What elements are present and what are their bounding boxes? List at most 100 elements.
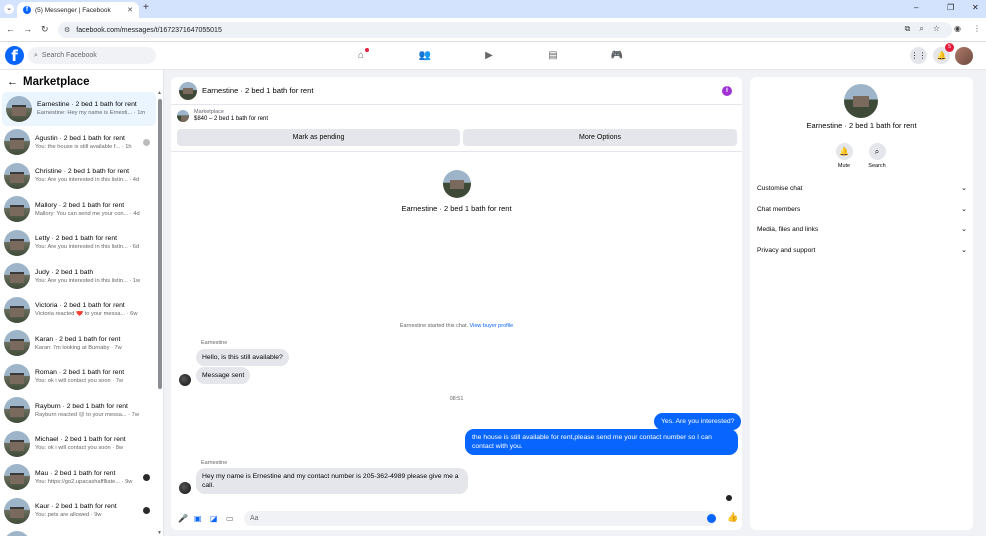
- conversation-item[interactable]: Kaur · 2 bed 1 bath for rent You: pets ar…: [0, 494, 156, 528]
- gif-icon[interactable]: ▭: [226, 514, 234, 523]
- message-input[interactable]: Aa: [244, 511, 716, 526]
- listing-price: $840 – 2 bed 1 bath for rent: [194, 116, 269, 122]
- chrome-menu-icon[interactable]: ⋮: [973, 24, 981, 33]
- notifications-icon[interactable]: 🔔 5: [933, 43, 954, 64]
- scroll-up-icon[interactable]: ▲: [157, 90, 162, 96]
- facebook-logo-icon[interactable]: f: [5, 46, 24, 65]
- zoom-icon[interactable]: ⌕: [919, 24, 923, 34]
- conversation-avatar: [4, 464, 30, 491]
- chat-panel: Earnestine · 2 bed 1 bath for rent i Mar…: [171, 77, 742, 530]
- minimize-icon[interactable]: –: [914, 3, 918, 12]
- gaming-icon[interactable]: 🎮: [610, 49, 624, 63]
- incoming-message[interactable]: Hello, is this still available?: [196, 349, 289, 367]
- new-tab-icon[interactable]: +: [143, 2, 149, 13]
- conversation-item[interactable]: Rayburn · 2 bed 1 bath for rent Rayburn r…: [0, 394, 156, 428]
- emoji-icon[interactable]: [707, 514, 716, 523]
- install-icon[interactable]: ⧉: [905, 24, 911, 34]
- tab-search-icon[interactable]: ⌄: [4, 4, 14, 14]
- listing-summary[interactable]: Marketplace $840 – 2 bed 1 bath for rent: [177, 109, 268, 122]
- conversation-item[interactable]: Agustin · 2 bed 1 bath for rent You: the …: [0, 126, 156, 160]
- chat-header-avatar[interactable]: [179, 81, 197, 100]
- chat-intro-avatar: [442, 170, 471, 198]
- scroll-down-icon[interactable]: ▼: [157, 530, 162, 536]
- outgoing-message[interactable]: Yes. Are you interested?: [654, 413, 742, 431]
- conversation-item[interactable]: Judy · 2 bed 1 bath You: Are you interest…: [0, 260, 156, 294]
- back-arrow-icon[interactable]: ←: [7, 76, 18, 88]
- video-icon[interactable]: ▶: [482, 49, 496, 63]
- sticker-icon[interactable]: ◪: [210, 514, 218, 523]
- chat-divider: [171, 151, 742, 152]
- search-button[interactable]: ⌕ Search: [862, 143, 892, 169]
- home-icon[interactable]: ⌂: [354, 48, 369, 63]
- back-icon[interactable]: ←: [6, 24, 15, 34]
- sidebar-scrollbar[interactable]: ▲ ▼: [157, 90, 162, 536]
- row-label: Media, files and links: [757, 225, 819, 233]
- reload-icon[interactable]: ↻: [41, 24, 49, 35]
- privacy-support-row[interactable]: Privacy and support ⌄: [757, 243, 967, 257]
- conversation-avatar: [4, 363, 30, 390]
- friends-icon[interactable]: 👥: [418, 49, 432, 63]
- details-name: Earnestine · 2 bed 1 bath for rent: [806, 121, 917, 130]
- conversation-item[interactable]: Mallory · 2 bed 1 bath for rent Mallory: …: [0, 193, 156, 227]
- close-window-icon[interactable]: ✕: [972, 3, 979, 12]
- menu-grid-icon[interactable]: ⋮⋮: [910, 47, 927, 64]
- conversation-item[interactable]: Letty · 2 bed 1 bath for rent You: Are yo…: [0, 226, 156, 260]
- conversation-title: Karan · 2 bed 1 bath for rent: [35, 335, 121, 343]
- image-attach-icon[interactable]: ▣: [194, 514, 202, 523]
- forward-icon[interactable]: →: [23, 24, 32, 34]
- conversation-avatar: [4, 263, 30, 290]
- details-avatar[interactable]: [844, 84, 878, 118]
- conversation-item[interactable]: Christine · 2 bed 1 bath for rent You: Ar…: [0, 159, 156, 193]
- tab-close-icon[interactable]: ✕: [127, 6, 133, 14]
- conversation-title: Christine · 2 bed 1 bath for rent: [35, 168, 130, 176]
- conversation-item[interactable]: Michael · 2 bed 1 bath for rent You: ok i…: [0, 427, 156, 461]
- conversation-title: Victoria · 2 bed 1 bath for rent: [35, 302, 125, 310]
- incoming-message[interactable]: Message sent: [196, 367, 251, 385]
- mark-as-pending-button[interactable]: Mark as pending: [177, 129, 460, 146]
- info-icon[interactable]: i: [722, 86, 732, 96]
- conversation-item[interactable]: Roman · 2 bed 1 bath for rent You: ok i w…: [0, 360, 156, 394]
- conversation-item[interactable]: Earnestine · 2 bed 1 bath for rent Earnes…: [2, 92, 156, 126]
- outgoing-message[interactable]: the house is still available for rent,pl…: [465, 429, 738, 456]
- media-files-links-row[interactable]: Media, files and links ⌄: [757, 222, 967, 236]
- site-info-icon[interactable]: ⚙: [64, 26, 70, 34]
- message-timestamp: 08:51: [449, 396, 464, 402]
- conversation-item[interactable]: Harbinder · 2 bed 1 bath for rent: [0, 528, 156, 536]
- conversation-avatar: [4, 330, 30, 357]
- account-icon[interactable]: ◉: [954, 24, 961, 33]
- sender-name: Earnestine: [201, 340, 228, 346]
- chat-members-row[interactable]: Chat members ⌄: [757, 202, 967, 216]
- browser-tab[interactable]: f (5) Messenger | Facebook ✕: [17, 2, 139, 18]
- mute-button[interactable]: 🔔 Mute: [829, 143, 859, 169]
- view-buyer-profile-link[interactable]: View buyer profile: [470, 323, 514, 329]
- conversation-preview: Mallory: You can send me your con... · 4…: [35, 210, 140, 217]
- conversation-avatar: [4, 497, 30, 524]
- more-options-button[interactable]: More Options: [463, 129, 737, 146]
- conversation-item[interactable]: Mau · 2 bed 1 bath for rent You: https://…: [0, 461, 156, 495]
- started-text: Earnestine started this chat.: [399, 323, 469, 329]
- incoming-message[interactable]: Hey my name is Ernestine and my contact …: [196, 468, 468, 495]
- bookmark-star-icon[interactable]: ☆: [933, 24, 940, 34]
- conversation-avatar: [4, 129, 30, 156]
- conversation-item[interactable]: Victoria · 2 bed 1 bath for rent Victoria…: [0, 293, 156, 327]
- chat-header-name[interactable]: Earnestine · 2 bed 1 bath for rent: [202, 86, 313, 95]
- read-receipt-icon: [143, 507, 150, 514]
- thumbs-up-icon[interactable]: 👍: [727, 512, 738, 523]
- restore-icon[interactable]: ❐: [947, 3, 954, 12]
- sidebar-header: ← Marketplace: [7, 76, 89, 88]
- conversation-title: Mallory · 2 bed 1 bath for rent: [35, 201, 125, 209]
- sender-avatar[interactable]: [179, 482, 191, 494]
- facebook-search-input[interactable]: ⌕ Search Facebook: [28, 47, 156, 64]
- microphone-icon[interactable]: 🎤: [178, 514, 188, 523]
- address-bar[interactable]: ⚙ facebook.com/messages/t/16723716470550…: [58, 22, 952, 38]
- customise-chat-row[interactable]: Customise chat ⌄: [757, 181, 967, 195]
- conversation-title: Michael · 2 bed 1 bath for rent: [35, 436, 126, 444]
- sender-avatar[interactable]: [179, 374, 191, 386]
- marketplace-icon[interactable]: ▤: [546, 49, 560, 63]
- scrollbar-thumb[interactable]: [158, 99, 162, 389]
- conversation-preview: You: ok i will contact you soon · 7w: [35, 378, 123, 385]
- chat-details-panel: Earnestine · 2 bed 1 bath for rent 🔔 Mut…: [750, 77, 973, 530]
- profile-avatar[interactable]: [955, 47, 973, 65]
- conversation-title: Letty · 2 bed 1 bath for rent: [35, 235, 117, 243]
- conversation-item[interactable]: Karan · 2 bed 1 bath for rent Karan: I'm …: [0, 327, 156, 361]
